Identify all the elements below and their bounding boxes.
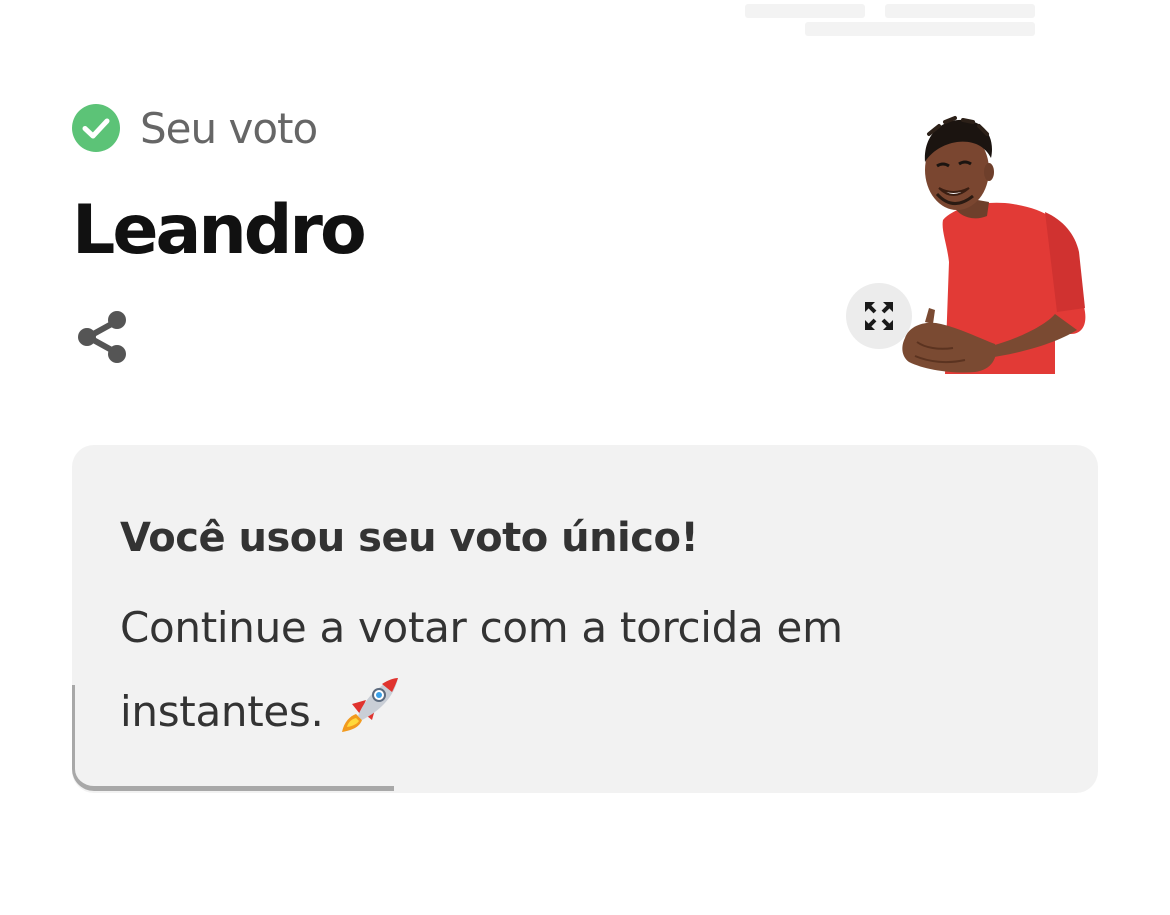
share-icon <box>78 311 126 363</box>
faded-header-remnant <box>745 0 1045 38</box>
info-card-title: Você usou seu voto único! <box>120 515 699 561</box>
vote-status: Seu voto <box>72 100 318 156</box>
info-card-body-text: Continue a votar com a torcida em instan… <box>120 603 843 736</box>
expand-icon <box>865 302 893 330</box>
rocket-icon <box>341 678 398 732</box>
check-circle-icon <box>72 104 120 152</box>
info-card-body: Continue a votar com a torcida em instan… <box>120 586 980 754</box>
candidate-name: Leandro <box>72 191 367 270</box>
candidate-photo[interactable] <box>895 112 1090 377</box>
share-button[interactable] <box>74 308 130 366</box>
vote-status-label: Seu voto <box>140 103 318 153</box>
expand-button[interactable] <box>846 283 912 349</box>
